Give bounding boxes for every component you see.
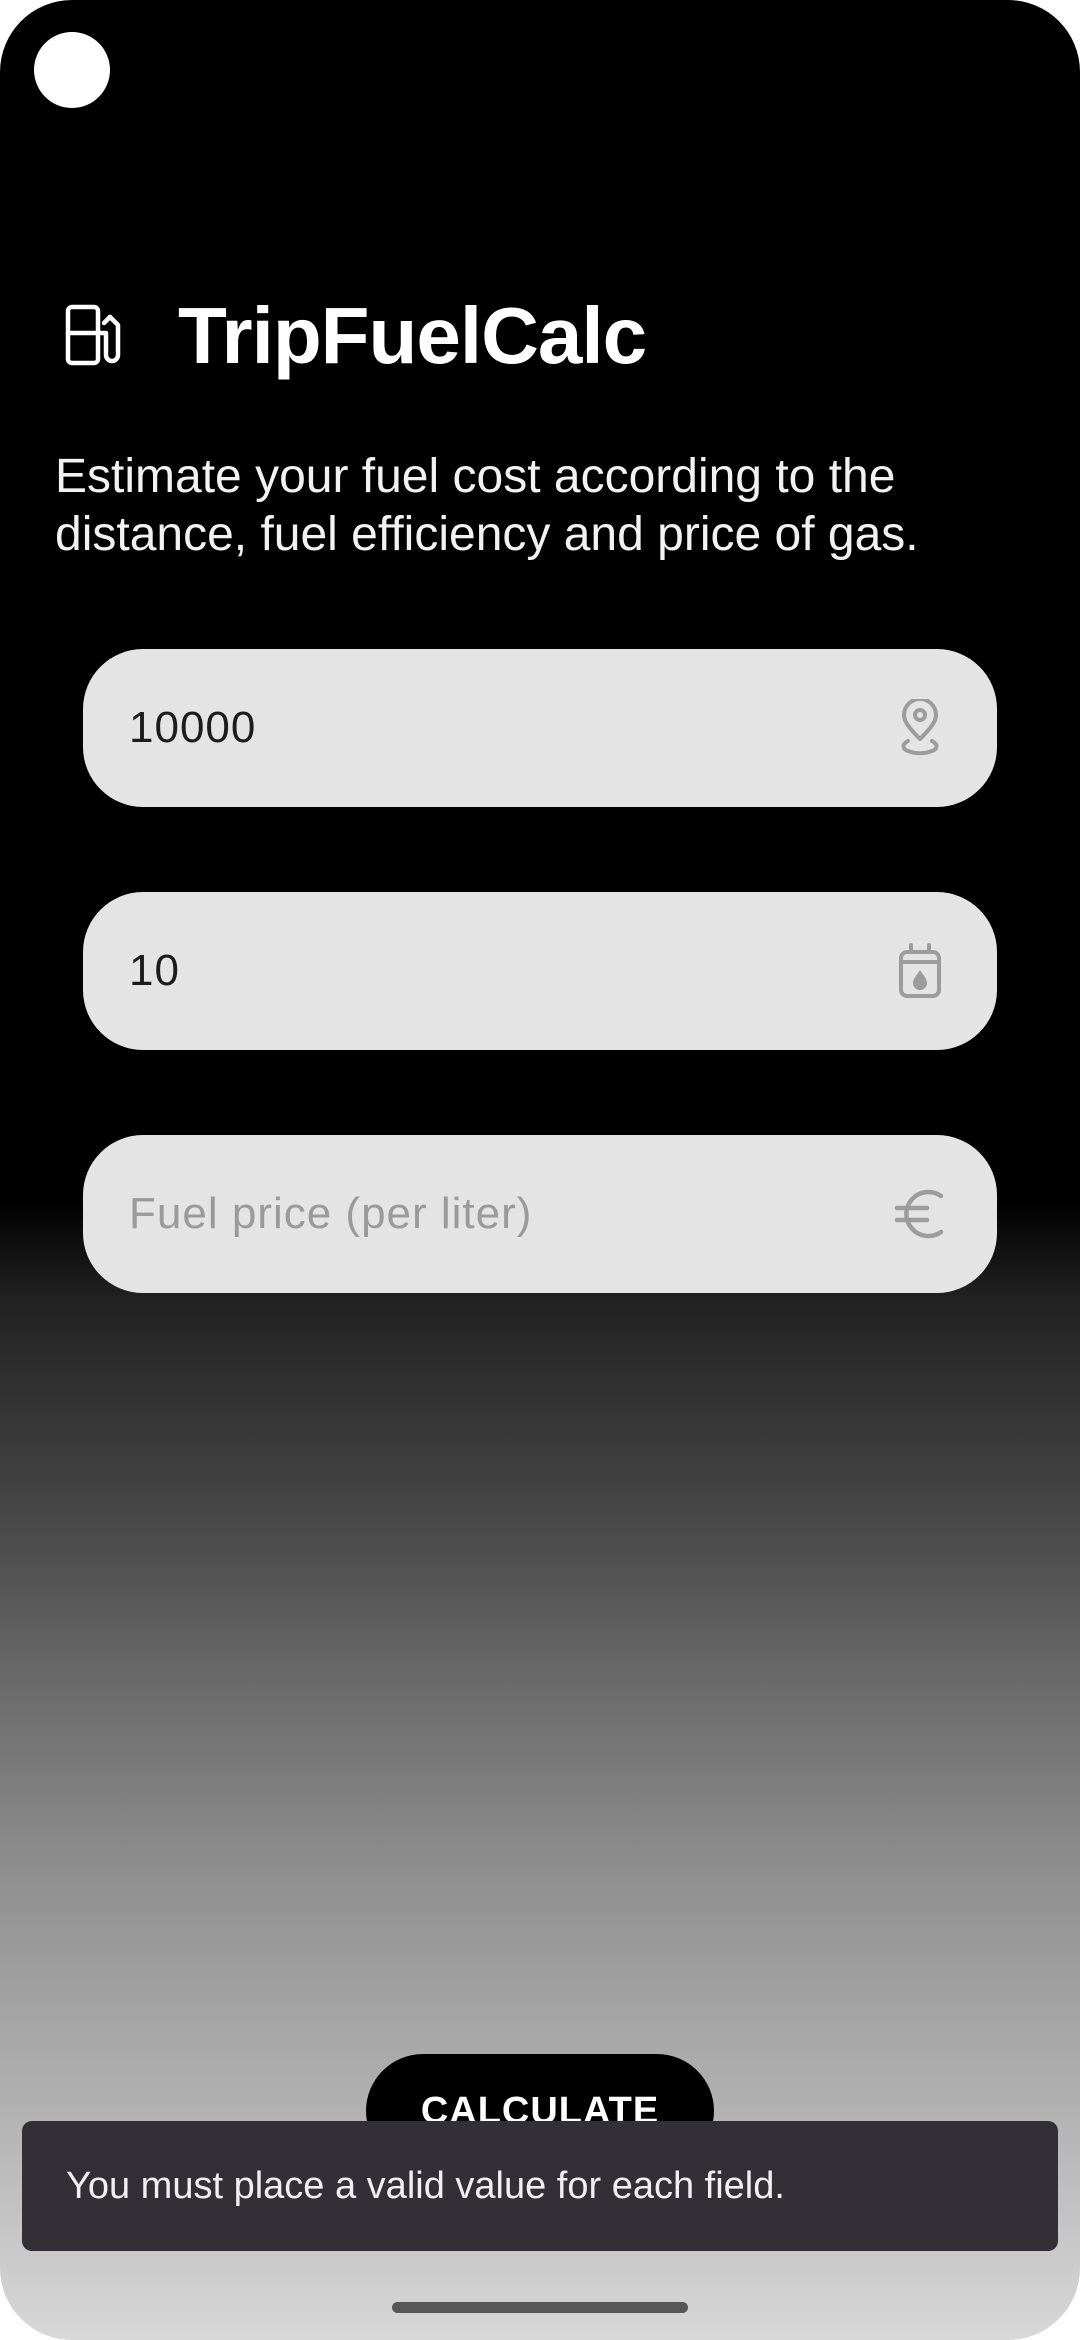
- app-header: TripFuelCalc: [64, 290, 647, 382]
- euro-icon: [893, 1184, 947, 1244]
- fuel-can-icon: [893, 941, 947, 1001]
- fuel-efficiency-value[interactable]: 10: [129, 946, 893, 996]
- location-pin-icon: [893, 698, 947, 758]
- fuel-pump-icon: [65, 304, 121, 366]
- fuel-price-input[interactable]: Fuel price (per liter): [83, 1135, 997, 1293]
- distance-value[interactable]: 10000: [129, 703, 893, 753]
- snackbar: You must place a valid value for each fi…: [22, 2121, 1058, 2251]
- distance-input[interactable]: 10000: [83, 649, 997, 807]
- description-text: Estimate your fuel cost according to the…: [55, 450, 919, 561]
- snackbar-message: You must place a valid value for each fi…: [66, 2164, 785, 2207]
- camera-cutout: [34, 32, 110, 108]
- home-indicator[interactable]: [392, 2302, 688, 2313]
- fuel-price-placeholder[interactable]: Fuel price (per liter): [129, 1189, 893, 1239]
- page-title: TripFuelCalc: [178, 291, 647, 380]
- app-screen: TripFuelCalc Estimate your fuel cost acc…: [0, 0, 1080, 2340]
- fuel-efficiency-input[interactable]: 10: [83, 892, 997, 1050]
